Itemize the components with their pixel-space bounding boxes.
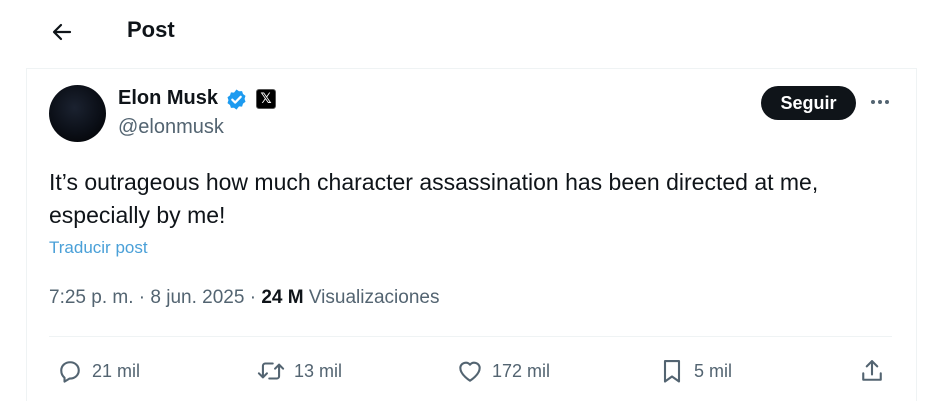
- more-options-button[interactable]: [866, 88, 894, 116]
- follow-button[interactable]: Seguir: [761, 86, 856, 120]
- post-meta: 7:25 p. m. · 8 jun. 2025 · 24 M Visualiz…: [49, 287, 440, 308]
- like-button[interactable]: 172 mil: [456, 355, 550, 387]
- translate-post-link[interactable]: Traducir post: [49, 238, 148, 258]
- like-count: 172 mil: [492, 360, 551, 381]
- repost-button[interactable]: 13 mil: [256, 355, 342, 387]
- reply-button[interactable]: 21 mil: [56, 355, 140, 387]
- share-icon: [862, 360, 882, 381]
- author-handle[interactable]: @elonmusk: [118, 116, 224, 139]
- reply-count: 21 mil: [92, 360, 141, 381]
- bookmark-icon: [663, 360, 681, 383]
- repost-count: 13 mil: [294, 360, 343, 381]
- bookmark-count: 5 mil: [694, 360, 733, 381]
- reply-icon: [60, 361, 80, 383]
- post-text: It’s outrageous how much character assas…: [49, 169, 819, 228]
- heart-icon: [459, 361, 481, 382]
- back-button[interactable]: [46, 16, 78, 48]
- repost-icon: [257, 362, 285, 380]
- avatar[interactable]: [49, 85, 106, 142]
- x-affiliate-icon[interactable]: 𝕏: [256, 89, 276, 109]
- top-bar: Post: [0, 0, 930, 62]
- post-date[interactable]: 8 jun. 2025: [150, 287, 244, 308]
- page-title: Post: [127, 17, 175, 42]
- bookmark-button[interactable]: 5 mil: [658, 355, 732, 387]
- arrow-left-icon: [52, 23, 72, 41]
- divider: [49, 336, 892, 337]
- author-name[interactable]: Elon Musk: [118, 87, 218, 110]
- views-label: Visualizaciones: [308, 287, 440, 308]
- verified-badge-icon[interactable]: [225, 88, 248, 111]
- post-time[interactable]: 7:25 p. m.: [49, 287, 134, 308]
- more-options-icon: [871, 100, 875, 104]
- share-button[interactable]: [858, 355, 886, 387]
- views-count: 24 M: [261, 287, 304, 308]
